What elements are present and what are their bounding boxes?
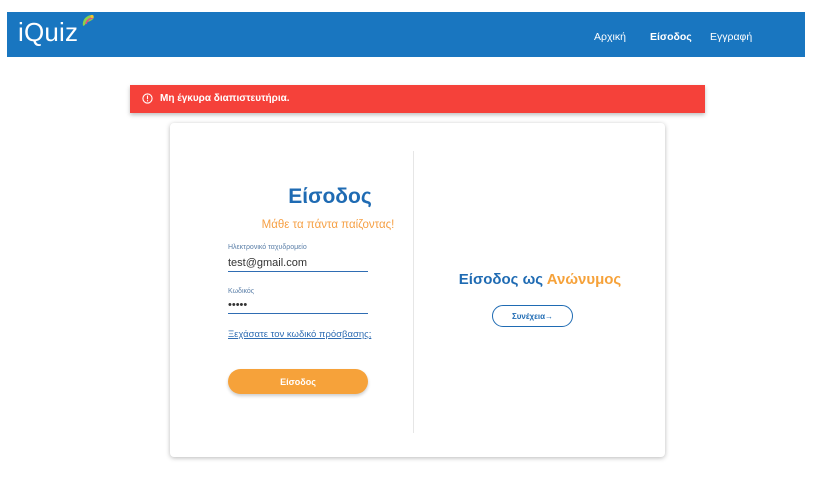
anonymous-login-title: Είσοδος ως Ανώνυμος	[425, 271, 655, 288]
email-label: Ηλεκτρονικό ταχυδρομείο	[228, 244, 307, 251]
nav-link-home[interactable]: Αρχική	[594, 31, 626, 43]
continue-anonymous-button[interactable]: Συνέχεια→	[492, 305, 573, 327]
login-button[interactable]: Είσοδος	[228, 369, 368, 394]
password-label: Κωδικός	[228, 288, 255, 295]
card-divider	[413, 151, 414, 433]
alert-circle-icon	[142, 93, 153, 104]
email-field[interactable]	[228, 255, 368, 272]
brand-logo-text[interactable]: iQuiz	[18, 17, 78, 48]
top-navbar: iQuiz Αρχική Είσοδος Εγγραφή	[7, 12, 805, 57]
login-title: Είσοδος	[288, 185, 372, 208]
login-card: Είσοδος Μάθε τα πάντα παίζοντας! Ηλεκτρο…	[170, 123, 665, 457]
alert-message: Μη έγκυρα διαπιστευτήρια.	[160, 93, 290, 104]
nav-link-register[interactable]: Εγγραφή	[710, 31, 752, 43]
login-subtitle: Μάθε τα πάντα παίζοντας!	[261, 219, 395, 231]
anonymous-title-part2: Ανώνυμος	[546, 271, 622, 288]
brand-logo-icon	[82, 14, 94, 26]
error-alert: Μη έγκυρα διαπιστευτήρια.	[130, 85, 705, 113]
nav-link-login[interactable]: Είσοδος	[650, 31, 692, 43]
password-field[interactable]	[228, 297, 368, 314]
anonymous-title-part1: Είσοδος ως	[458, 271, 544, 288]
forgot-password-link[interactable]: Ξεχάσατε τον κωδικό πρόσβασης;	[228, 329, 371, 340]
